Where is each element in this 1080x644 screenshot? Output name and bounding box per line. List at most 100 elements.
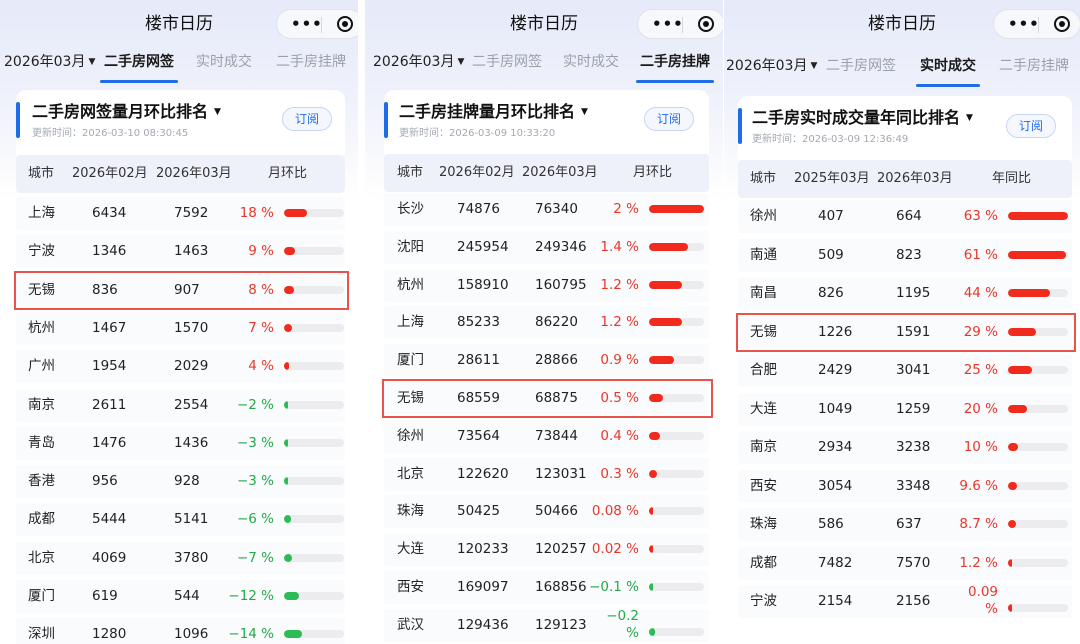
table-row[interactable]: 北京 4069 3780 −7 % [16,541,345,575]
table-row[interactable]: 武汉 129436 129123 −0.2 % [384,608,709,642]
tab-guapai[interactable]: 二手房挂牌 [636,52,714,83]
tab-wangqian[interactable]: 二手房网签 [826,56,896,76]
month-selector-label: 2026年03月 [726,58,808,74]
prev-period-value: 619 [92,588,118,604]
table-row[interactable]: 青岛 1476 1436 −3 % [16,426,345,460]
table-row[interactable]: 南京 2934 3238 10 % [738,431,1072,464]
table-row[interactable]: 杭州 1467 1570 7 % [16,311,345,345]
curr-period-value: 28866 [535,352,578,369]
tab-guapai[interactable]: 二手房挂牌 [276,52,346,72]
prev-period-value: 2611 [92,396,127,413]
tab-wangqian[interactable]: 二手房网签 [472,52,542,72]
change-bar-fill [649,356,674,365]
table-row[interactable]: 大连 120233 120257 0.02 % [384,533,709,567]
table-row[interactable]: 西安 3054 3348 9.6 % [738,469,1072,503]
change-bar-track [284,477,344,486]
change-bar-track [1008,604,1068,612]
month-selector[interactable]: 2026年03月 ▼ [726,56,817,76]
section-accent-bar [738,108,742,144]
table-row[interactable]: 宁波 1346 1463 9 % [16,235,345,269]
table-row[interactable]: 南京 2611 2554 −2 % [16,388,345,422]
close-miniapp-icon[interactable] [1054,16,1070,32]
prev-period-value: 2154 [818,593,853,609]
table-row[interactable]: 上海 85233 86220 1.2 % [384,306,709,340]
change-percent: −7 % [236,549,274,566]
table-row[interactable]: 成都 7482 7570 1.2 % [738,546,1072,580]
table-row[interactable]: 杭州 158910 160795 1.2 % [384,268,709,302]
city-name: 珠海 [750,516,777,532]
prev-period-value: 836 [92,281,118,298]
table-row[interactable]: 香港 956 928 −3 % [16,465,345,499]
table-row[interactable]: 南通 509 823 61 % [738,238,1072,272]
close-miniapp-icon[interactable] [337,16,353,32]
panel-1: 楼市日历 ••• 2026年03月 ▼ 二手房网签 实时成交 二手房挂牌 二手房网签量月环比排… [0,0,358,644]
table-row[interactable]: 徐州 73564 73844 0.4 % [384,419,709,453]
table-header: 城市 2025年03月 2026年03月 年同比 [738,160,1072,198]
table-row[interactable]: 宁波 2154 2156 0.09 % [738,584,1072,618]
table-row[interactable]: 无锡 836 907 8 % [16,273,345,307]
tab-guapai[interactable]: 二手房挂牌 [999,56,1069,76]
table-row[interactable]: 厦门 28611 28866 0.9 % [384,344,709,378]
more-icon[interactable]: ••• [652,16,684,32]
table-row[interactable]: 珠海 586 637 8.7 % [738,508,1072,541]
prev-period-value: 1467 [92,319,127,336]
month-selector[interactable]: 2026年03月 ▼ [4,52,95,72]
table-row[interactable]: 成都 5444 5141 −6 % [16,503,345,537]
change-percent: 7 % [248,319,274,336]
prev-period-value: 7482 [818,554,853,571]
curr-period-value: 1591 [896,323,931,340]
table-row[interactable]: 上海 6434 7592 18 % [16,197,345,230]
curr-period-value: 3041 [896,362,931,378]
table-row[interactable]: 长沙 74876 76340 2 % [384,193,709,226]
tab-wangqian[interactable]: 二手房网签 [100,52,178,83]
change-bar-fill [284,285,294,294]
ranking-title[interactable]: 二手房挂牌量月环比排名 ▼ [399,98,588,122]
change-percent: 29 % [963,323,998,340]
table-row[interactable]: 西安 169097 168856 −0.1 % [384,571,709,604]
month-selector[interactable]: 2026年03月 ▼ [373,52,464,72]
table-row[interactable]: 珠海 50425 50466 0.08 % [384,495,709,529]
table-row[interactable]: 南昌 826 1195 44 % [738,277,1072,310]
curr-period-value: 3780 [174,549,209,566]
tab-shishi[interactable]: 实时成交 [196,52,252,72]
ranking-title[interactable]: 二手房实时成交量年同比排名 ▼ [752,104,973,128]
change-bar-track [649,318,704,327]
change-bar-fill [1008,558,1012,567]
tab-shishi[interactable]: 实时成交 [563,52,619,72]
table-row[interactable]: 北京 122620 123031 0.3 % [384,457,709,491]
curr-period-value: 2554 [174,396,209,413]
table-row[interactable]: 合肥 2429 3041 25 % [738,354,1072,387]
column-header: 城市 [28,166,55,181]
prev-period-value: 509 [818,246,844,263]
capsule-divider [682,17,683,33]
change-bar-fill [284,553,292,562]
curr-period-value: 1259 [896,400,931,417]
table-row[interactable]: 无锡 68559 68875 0.5 % [384,382,709,415]
change-bar-track [649,280,704,289]
change-bar-track [1008,443,1068,451]
table-row[interactable]: 广州 1954 2029 4 % [16,350,345,384]
change-bar-fill [284,438,288,447]
table-row[interactable]: 无锡 1226 1591 29 % [738,315,1072,349]
tab-shishi[interactable]: 实时成交 [916,56,980,87]
more-icon[interactable]: ••• [291,16,323,32]
change-bar-track [284,553,344,562]
table-row[interactable]: 徐州 407 664 63 % [738,200,1072,233]
table-row[interactable]: 沈阳 245954 249346 1.4 % [384,230,709,264]
subscribe-button[interactable]: 订阅 [1006,114,1056,138]
more-icon[interactable]: ••• [1008,16,1040,32]
table-row[interactable]: 厦门 619 544 −12 % [16,580,345,613]
close-miniapp-icon[interactable] [698,16,714,32]
subscribe-button[interactable]: 订阅 [644,107,694,131]
table-row[interactable]: 大连 1049 1259 20 % [738,392,1072,426]
column-header: 2026年03月 [877,171,953,186]
change-bar-track [649,356,704,365]
column-header: 月环比 [633,165,673,180]
city-name: 西安 [397,579,424,595]
subscribe-button[interactable]: 订阅 [282,107,332,131]
table-row[interactable]: 深圳 1280 1096 −14 % [16,618,345,644]
change-percent: −2 % [236,396,274,413]
table-header: 城市 2026年02月 2026年03月 月环比 [16,155,345,193]
ranking-title[interactable]: 二手房网签量月环比排名 ▼ [32,98,221,122]
curr-period-value: 544 [174,588,200,604]
